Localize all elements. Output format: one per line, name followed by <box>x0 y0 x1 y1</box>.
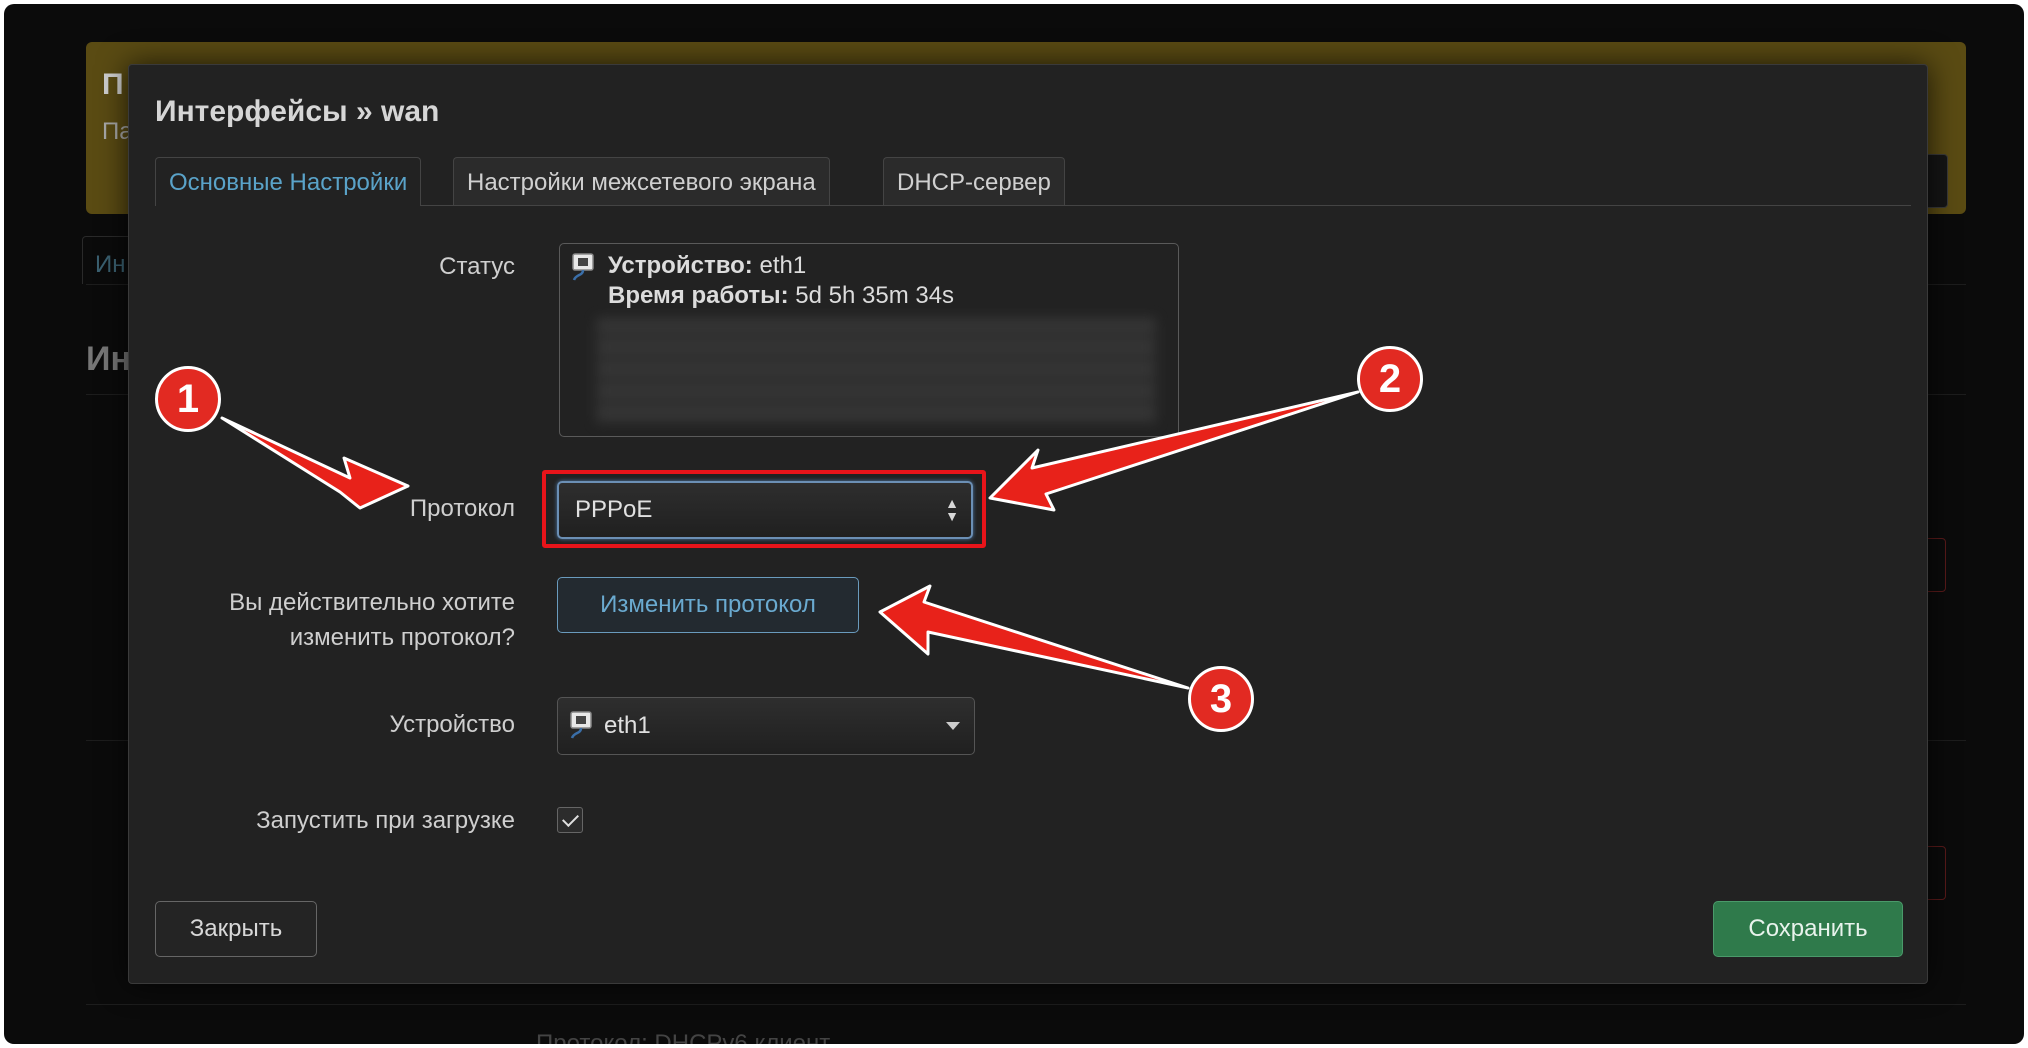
background-notice-title: П <box>102 68 124 101</box>
protocol-label: Протокол <box>409 495 515 522</box>
status-uptime-value: 5d 5h 35m 34s <box>795 282 955 309</box>
status-device-line: Устройство: eth1 <box>608 252 806 280</box>
protocol-highlight-box <box>542 470 986 548</box>
change-protocol-question-line2: изменить протокол? <box>289 624 515 651</box>
change-protocol-question: Вы действительно хотите изменить протоко… <box>229 585 515 655</box>
status-device-value: eth1 <box>759 252 807 279</box>
chevron-down-icon <box>946 722 960 730</box>
tab-firewall-settings[interactable]: Настройки межсетевого экрана <box>453 157 830 205</box>
status-uptime-line: Время работы: 5d 5h 35m 34s <box>608 282 954 310</box>
redacted-status-details <box>596 318 1156 424</box>
background-footer-text: Протокол: DHCPv6 клиент <box>536 1030 831 1044</box>
device-label: Устройство <box>389 711 515 738</box>
annotation-badge-1: 1 <box>155 366 221 432</box>
autostart-checkbox[interactable] <box>557 807 583 833</box>
dialog-tabs: Основные Настройки Настройки межсетевого… <box>155 157 1911 206</box>
background-divider <box>86 1004 1966 1005</box>
tab-dhcp-server[interactable]: DHCP-сервер <box>883 157 1065 205</box>
autostart-label: Запустить при загрузке <box>256 807 515 834</box>
ethernet-port-icon <box>570 711 592 739</box>
change-protocol-question-line1: Вы действительно хотите <box>229 589 515 616</box>
save-button[interactable]: Сохранить <box>1713 901 1903 957</box>
device-select-value: eth1 <box>604 712 651 739</box>
screenshot-frame: П Па Ин Ин Протокол: DHCPv6 клиент Интер… <box>4 4 2024 1044</box>
annotation-badge-2: 2 <box>1357 346 1423 412</box>
status-label: Статус <box>439 253 515 280</box>
ethernet-port-icon <box>572 253 594 281</box>
status-uptime-key: Время работы: <box>608 282 789 309</box>
interface-dialog: Интерфейсы » wan Основные Настройки Наст… <box>128 64 1928 984</box>
status-box: Устройство: eth1 Время работы: 5d 5h 35m… <box>559 243 1179 437</box>
close-button[interactable]: Закрыть <box>155 901 317 957</box>
change-protocol-button[interactable]: Изменить протокол <box>557 577 859 633</box>
annotation-badge-3: 3 <box>1188 666 1254 732</box>
status-device-key: Устройство: <box>608 252 753 279</box>
background-heading: Ин <box>86 340 131 378</box>
device-select[interactable]: eth1 <box>557 697 975 755</box>
dialog-title: Интерфейсы » wan <box>155 95 440 128</box>
tab-general-settings[interactable]: Основные Настройки <box>155 157 422 206</box>
